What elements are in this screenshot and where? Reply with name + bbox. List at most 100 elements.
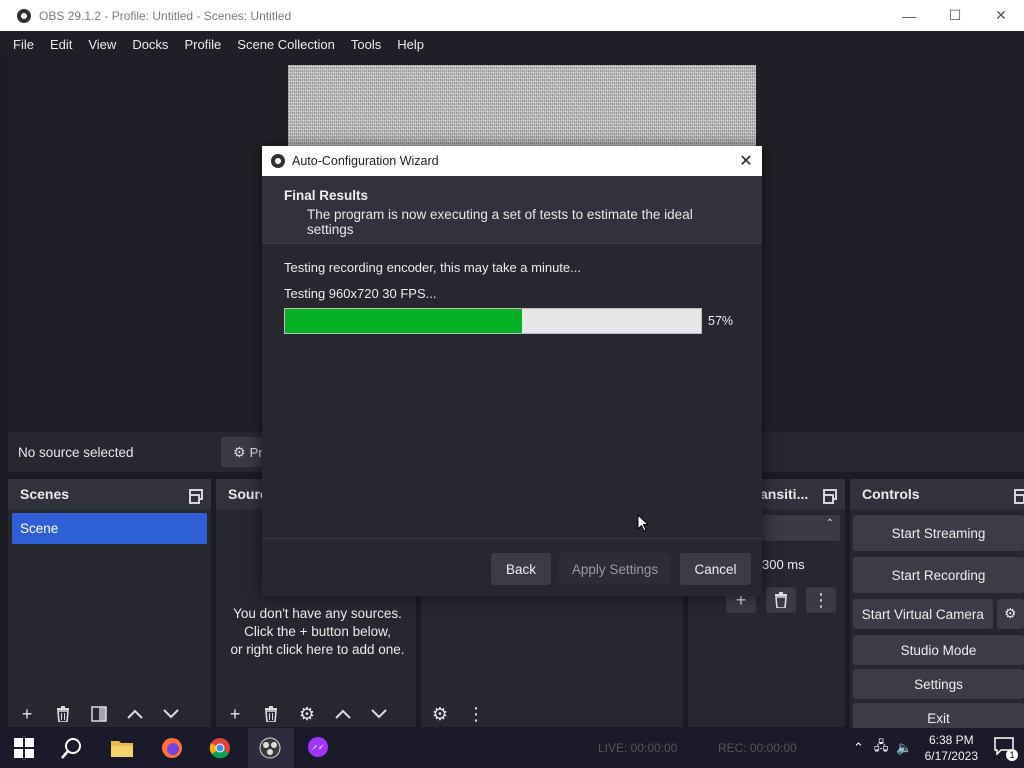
rec-status: REC: 00:00:00 xyxy=(718,741,797,755)
filters-icon[interactable] xyxy=(88,703,110,725)
more-options-icon[interactable]: ⋮ xyxy=(465,703,487,725)
start-recording-button[interactable]: Start Recording xyxy=(853,557,1024,593)
speaker-muted-icon[interactable]: 🔈 xyxy=(896,740,912,756)
obs-logo-icon xyxy=(271,154,285,168)
file-explorer-icon[interactable] xyxy=(110,736,134,760)
add-source-icon[interactable]: + xyxy=(224,703,246,725)
chevron-up-icon[interactable]: ⌃ xyxy=(853,740,864,756)
obs-logo-icon xyxy=(17,8,31,23)
menu-docks[interactable]: Docks xyxy=(124,37,176,52)
transitions-title: ansiti... xyxy=(760,486,809,502)
settings-button[interactable]: Settings xyxy=(853,669,1024,699)
scenes-dock-header: Scenes xyxy=(8,479,211,509)
move-down-icon[interactable] xyxy=(368,703,390,725)
undock-icon[interactable] xyxy=(189,488,203,504)
system-tray: ⌃ 🖧 🔈 6:38 PM 6/17/2023 1 xyxy=(853,728,1024,768)
progress-fill xyxy=(285,309,523,333)
scenes-title: Scenes xyxy=(20,486,70,502)
dialog-title: Auto-Configuration Wizard xyxy=(292,154,439,168)
start-streaming-button[interactable]: Start Streaming xyxy=(853,515,1024,551)
messenger-icon[interactable] xyxy=(306,736,330,760)
chrome-icon[interactable] xyxy=(208,736,232,760)
undock-icon[interactable] xyxy=(823,488,837,504)
gear-icon: ⚙ xyxy=(233,443,246,460)
live-timer: LIVE: 00:00:00 xyxy=(598,741,678,755)
gear-icon[interactable]: ⚙ xyxy=(296,703,318,725)
obs-taskbar-icon[interactable] xyxy=(258,736,282,760)
test-detail-text: Testing 960x720 30 FPS... xyxy=(284,286,437,301)
network-icon[interactable]: 🖧 xyxy=(874,737,889,759)
cancel-button[interactable]: Cancel xyxy=(680,553,751,585)
clock-time: 6:38 PM xyxy=(928,733,974,747)
live-status: LIVE: 00:00:00 xyxy=(598,741,677,755)
progress-percent: 57% xyxy=(708,314,734,328)
back-button[interactable]: Back xyxy=(491,553,551,585)
controls-dock: Controls Start Streaming Start Recording… xyxy=(850,479,1024,733)
menu-file[interactable]: File xyxy=(0,37,42,52)
sources-empty-line: or right click here to add one. xyxy=(230,642,405,657)
transition-select[interactable]: ⌃ xyxy=(762,515,840,541)
undock-icon[interactable] xyxy=(1014,488,1024,504)
window-title: OBS 29.1.2 - Profile: Untitled - Scenes:… xyxy=(39,8,292,23)
sources-empty-message[interactable]: You don't have any sources. Click the + … xyxy=(216,605,419,659)
minimize-button[interactable]: — xyxy=(886,0,932,31)
start-menu-icon[interactable] xyxy=(12,736,36,760)
controls-title: Controls xyxy=(862,486,920,502)
firefox-icon[interactable] xyxy=(160,736,184,760)
progress-row: 57% xyxy=(284,308,740,334)
sources-toolbar: + ⚙ xyxy=(216,701,416,727)
menu-profile[interactable]: Profile xyxy=(176,37,229,52)
app-titlebar: OBS 29.1.2 - Profile: Untitled - Scenes:… xyxy=(0,0,1024,31)
menu-bar: File Edit View Docks Profile Scene Colle… xyxy=(0,31,1024,57)
duration-value: 300 ms xyxy=(762,556,805,572)
search-icon[interactable] xyxy=(60,736,84,760)
maximize-button[interactable]: ☐ xyxy=(932,0,978,31)
final-results-heading: Final Results xyxy=(284,188,369,203)
notification-count: 1 xyxy=(1006,749,1018,761)
trash-icon[interactable] xyxy=(260,703,282,725)
notifications-icon[interactable]: 1 xyxy=(994,737,1018,761)
move-down-icon[interactable] xyxy=(160,703,182,725)
menu-scene-collection[interactable]: Scene Collection xyxy=(229,37,343,52)
start-virtual-camera-button[interactable]: Start Virtual Camera xyxy=(853,599,993,629)
trash-icon[interactable] xyxy=(766,587,796,613)
move-up-icon[interactable] xyxy=(332,703,354,725)
rec-timer: REC: 00:00:00 xyxy=(718,741,797,755)
menu-tools[interactable]: Tools xyxy=(343,37,389,52)
dialog-footer: Back Apply Settings Cancel xyxy=(262,538,762,596)
no-source-label: No source selected xyxy=(18,444,134,460)
mixer-toolbar: ⚙ ⋮ xyxy=(421,701,683,727)
updown-icon: ⌃ xyxy=(825,518,834,529)
sources-empty-line: Click the + button below, xyxy=(244,624,391,639)
clock[interactable]: 6:38 PM 6/17/2023 xyxy=(925,732,978,764)
add-scene-icon[interactable]: + xyxy=(16,703,38,725)
sources-empty-line: You don't have any sources. xyxy=(233,606,402,621)
scene-list-item[interactable]: Scene xyxy=(12,513,207,544)
menu-edit[interactable]: Edit xyxy=(42,37,80,52)
dialog-close-button[interactable]: ✕ xyxy=(730,146,762,176)
dialog-titlebar: Auto-Configuration Wizard ✕ xyxy=(262,146,762,176)
test-status-text: Testing recording encoder, this may take… xyxy=(284,260,581,275)
scenes-toolbar: + xyxy=(8,701,211,727)
more-options-icon[interactable]: ⋮ xyxy=(806,587,836,613)
move-up-icon[interactable] xyxy=(124,703,146,725)
controls-dock-header: Controls xyxy=(850,479,1024,509)
menu-view[interactable]: View xyxy=(80,37,124,52)
preview-canvas[interactable] xyxy=(288,65,756,151)
scenes-dock: Scenes Scene + xyxy=(8,479,211,727)
studio-mode-button[interactable]: Studio Mode xyxy=(853,635,1024,665)
menu-help[interactable]: Help xyxy=(389,37,432,52)
properties-label: Pr xyxy=(249,444,263,460)
apply-settings-button[interactable]: Apply Settings xyxy=(559,553,671,585)
auto-config-wizard-dialog: Auto-Configuration Wizard ✕ Final Result… xyxy=(262,146,762,596)
properties-button[interactable]: ⚙ Pr xyxy=(221,437,265,467)
dialog-subheading: The program is now executing a set of te… xyxy=(307,207,693,237)
duration-spinbox[interactable]: 300 ms xyxy=(762,551,840,577)
virtual-camera-settings-icon[interactable]: ⚙ xyxy=(996,599,1024,629)
trash-icon[interactable] xyxy=(52,703,74,725)
close-button[interactable]: ✕ xyxy=(978,0,1024,31)
mouse-cursor-icon xyxy=(637,514,649,532)
progress-bar xyxy=(284,308,702,334)
advanced-audio-gear-icon[interactable]: ⚙ xyxy=(429,703,451,725)
clock-date: 6/17/2023 xyxy=(924,749,978,763)
